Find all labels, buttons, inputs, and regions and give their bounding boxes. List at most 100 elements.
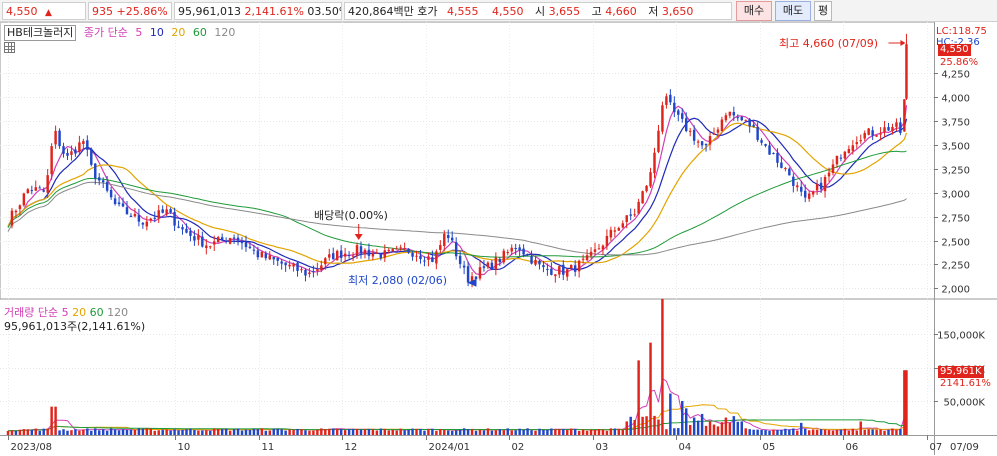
candle-body	[502, 250, 506, 263]
volume-bar	[125, 430, 129, 435]
candle-body	[458, 255, 462, 264]
volume-bar	[859, 421, 862, 435]
volume-bar	[129, 429, 133, 435]
volume-bar	[653, 415, 656, 435]
volume-bar	[427, 429, 430, 435]
current-price-box: 4,550 ▲	[2, 2, 86, 20]
quote-bar: 4,550 ▲ 935 +25.86% 95,961,013 2,141.61%…	[0, 0, 997, 22]
candle-body	[867, 128, 870, 135]
candle-body	[526, 253, 529, 255]
candle-body	[819, 182, 823, 190]
volume-bar	[316, 429, 319, 435]
candle-body	[569, 264, 573, 269]
candle-body	[101, 180, 105, 183]
candle-body	[577, 260, 581, 272]
candle-body	[712, 133, 716, 135]
volume-bar	[447, 430, 450, 435]
volume-bar	[724, 417, 728, 435]
candle-body	[673, 102, 676, 113]
candle-body	[46, 175, 49, 193]
buy-button[interactable]: 매수	[736, 1, 772, 21]
volume-bar	[86, 428, 89, 435]
grid-toggle-icon-2[interactable]	[4, 42, 15, 53]
candle-body	[593, 249, 597, 252]
volume-bar	[629, 416, 632, 435]
volume-bar	[431, 428, 434, 435]
chart-area[interactable]: 4,250 4,000 3,750 3,500 3,250 3,000 2,750 2,500…	[0, 22, 997, 456]
volume-bar	[827, 430, 831, 435]
volume-bar	[375, 430, 379, 435]
volume-bar	[688, 424, 692, 435]
candle-body	[387, 249, 390, 251]
volume-bar	[780, 429, 783, 435]
volume-bar	[387, 430, 390, 435]
candle-body	[30, 190, 34, 192]
volume-bar	[716, 426, 720, 435]
price-tick-label: 2,250	[941, 261, 970, 272]
candle-body	[173, 211, 176, 226]
price-tick-label: 2,750	[941, 214, 970, 225]
candle-body	[14, 210, 18, 213]
price-volume-chart[interactable]: 4,250 4,000 3,750 3,500 3,250 3,000 2,750 2,500…	[0, 22, 997, 456]
volume-bar	[62, 429, 65, 435]
volume-bar	[403, 430, 406, 435]
volume-bar	[30, 429, 34, 435]
volume-ma-line-20	[7, 404, 907, 432]
volume-bar	[320, 428, 323, 435]
candle-body	[320, 265, 323, 270]
volume-bar	[776, 429, 779, 435]
low-price: 3,650	[661, 5, 694, 18]
legend-ma5: 5	[135, 26, 143, 39]
candle-body	[439, 244, 442, 250]
candle-body	[522, 248, 525, 255]
candle-body	[851, 145, 855, 151]
candle-body	[752, 124, 755, 127]
candle-body	[431, 257, 434, 262]
annotation-arrows	[354, 40, 906, 287]
candle-body	[411, 252, 414, 257]
volume-bar	[905, 370, 908, 435]
sell-button[interactable]: 매도	[775, 1, 811, 21]
last-price-tag: 4,550	[938, 44, 971, 56]
candle-body	[379, 253, 383, 259]
candle-body	[891, 126, 894, 132]
candle-body	[157, 210, 160, 219]
volume-bar	[454, 430, 458, 435]
volume-bar	[550, 428, 553, 435]
candle-body	[260, 251, 264, 258]
volume-bar	[700, 413, 704, 435]
volume-bar	[391, 429, 394, 435]
eval-button[interactable]: 평	[814, 1, 832, 21]
candle-body	[399, 247, 402, 249]
volume-bar	[708, 421, 712, 435]
ticker-name[interactable]: HB테크놀러지	[4, 25, 77, 41]
price-legend: HB테크놀러지 종가 단순 5 10 20 60 120	[4, 25, 239, 41]
candle-body	[18, 205, 22, 210]
candle-body	[137, 215, 141, 222]
volume-bar	[839, 429, 843, 435]
candle-body	[264, 253, 268, 259]
last-pct-label: 25.86%	[940, 57, 979, 68]
volume-bar	[46, 428, 49, 435]
candle-body	[165, 209, 168, 215]
candle-body	[97, 177, 101, 181]
bid-price: 4,550	[491, 5, 524, 18]
candle-body	[129, 215, 133, 218]
volume-bar	[185, 429, 188, 435]
volume-bar	[605, 430, 609, 435]
volume-bar	[113, 429, 117, 435]
candle-body	[10, 210, 14, 226]
candle-body	[696, 141, 700, 143]
volume-bar	[867, 429, 870, 435]
volume-bar	[462, 428, 466, 435]
candle-body	[538, 260, 541, 265]
volume-bar	[193, 429, 196, 435]
volume-bar	[577, 430, 581, 435]
x-tick-label: 02	[512, 442, 525, 453]
volume-bar	[677, 428, 680, 435]
candle-body	[161, 209, 164, 213]
volume-bar	[308, 430, 311, 435]
candle-body	[288, 264, 291, 267]
candle-body	[332, 253, 335, 260]
volume-bar	[835, 429, 839, 435]
